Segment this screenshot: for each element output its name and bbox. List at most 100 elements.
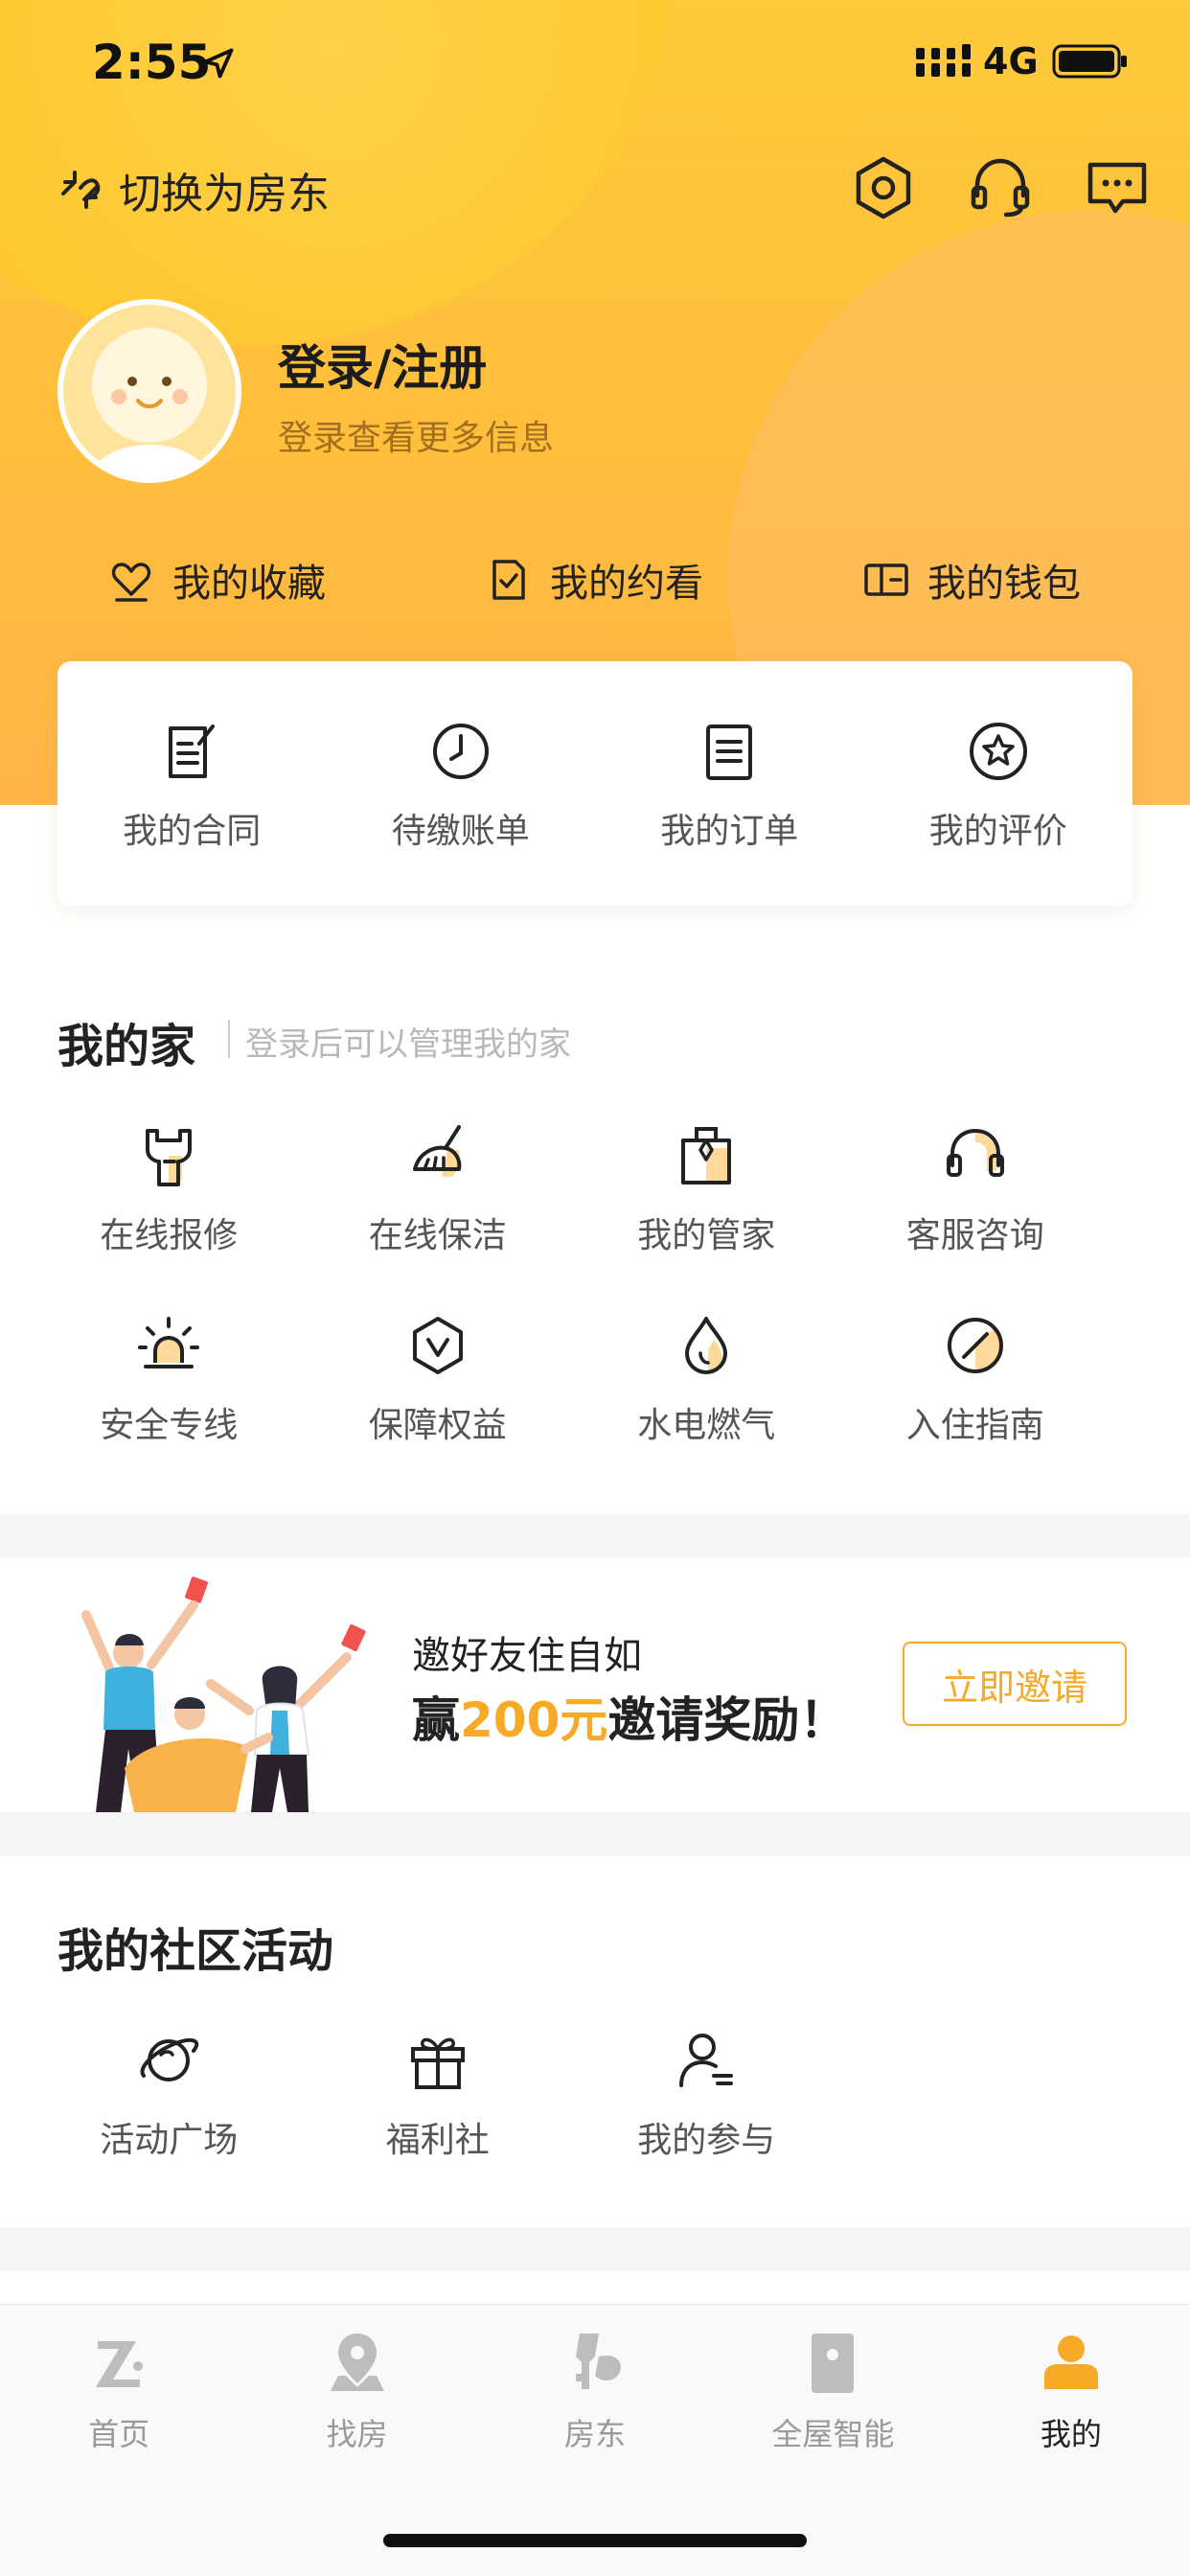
home-indicator xyxy=(383,2534,807,2547)
login-register-link[interactable]: 登录/注册 xyxy=(278,330,487,399)
login-subtitle: 登录查看更多信息 xyxy=(278,419,555,458)
tab-find-house[interactable]: 找房 xyxy=(238,2328,475,2454)
account-card: 我的合同 待缴账单 我的订单 我的评价 xyxy=(57,661,1133,907)
alarm-icon xyxy=(138,1317,200,1368)
quick-link-wallet[interactable]: 我的钱包 xyxy=(862,546,1081,613)
headset-icon xyxy=(946,1128,1004,1177)
heart-icon xyxy=(111,563,151,602)
quick-link-label: 我的约看 xyxy=(550,562,703,606)
tab-label: 我的 xyxy=(1040,2416,1102,2452)
check-document-icon xyxy=(492,560,525,600)
home-item-label: 客服咨询 xyxy=(905,1216,1044,1255)
quick-link-label: 我的钱包 xyxy=(927,562,1081,606)
utilities-icon xyxy=(685,1317,728,1374)
home-item-label: 入住指南 xyxy=(905,1406,1044,1445)
community-item-label: 活动广场 xyxy=(100,2121,239,2160)
tab-label: 全屋智能 xyxy=(771,2416,895,2452)
friends-celebration-illustration xyxy=(81,1576,366,1812)
home-item-safety[interactable]: 安全专线 xyxy=(34,1311,304,1447)
community-title: 我的社区活动 xyxy=(57,1924,334,1978)
cleaning-icon xyxy=(412,1125,462,1177)
wallet-icon xyxy=(864,564,908,596)
tab-label: 房东 xyxy=(564,2416,627,2452)
community-item-label: 我的参与 xyxy=(637,2121,776,2160)
home-item-utilities[interactable]: 水电燃气 xyxy=(572,1311,841,1447)
community-row: 活动广场 福利社 我的参与 xyxy=(34,2026,1110,2162)
tab-home[interactable]: 首页 xyxy=(0,2328,238,2454)
community-item-activity-square[interactable]: 活动广场 xyxy=(34,2026,304,2162)
planet-icon xyxy=(140,2037,199,2082)
tab-mine[interactable]: 我的 xyxy=(952,2328,1190,2454)
cellular-signal-icon xyxy=(916,44,971,77)
home-item-label: 水电燃气 xyxy=(637,1406,776,1445)
home-logo-icon xyxy=(96,2341,144,2387)
community-item-participation[interactable]: 我的参与 xyxy=(572,2026,841,2162)
quick-link-appointments[interactable]: 我的约看 xyxy=(485,546,703,613)
community-item-label: 福利社 xyxy=(385,2121,490,2160)
user-list-icon xyxy=(679,2034,734,2087)
home-item-protection[interactable]: 保障权益 xyxy=(304,1311,573,1447)
card-item-reviews[interactable]: 我的评价 xyxy=(864,661,1133,853)
key-icon xyxy=(576,2334,621,2389)
avatar[interactable] xyxy=(57,299,241,483)
location-arrow-icon xyxy=(203,48,234,79)
home-item-butler[interactable]: 我的管家 xyxy=(572,1121,841,1257)
customer-service-icon[interactable] xyxy=(966,153,1035,222)
card-item-label: 我的评价 xyxy=(928,812,1067,851)
home-item-label: 在线保洁 xyxy=(368,1216,507,1255)
tab-smart-home[interactable]: 全屋智能 xyxy=(714,2328,951,2454)
community-item-welfare[interactable]: 福利社 xyxy=(304,2026,573,2162)
card-item-contract[interactable]: 我的合同 xyxy=(57,661,327,853)
order-icon xyxy=(706,724,753,780)
invite-now-button[interactable]: 立即邀请 xyxy=(903,1642,1127,1726)
card-item-label: 我的订单 xyxy=(660,812,799,851)
card-item-bills[interactable]: 待缴账单 xyxy=(327,661,596,853)
invite-line-2: 赢200元邀请奖励！ xyxy=(412,1682,847,1751)
section-divider xyxy=(0,2227,1190,2271)
status-time: 2:55 xyxy=(92,34,212,90)
location-pin-icon xyxy=(330,2334,384,2391)
gift-icon xyxy=(410,2037,465,2089)
status-bar: 2:55 4G xyxy=(0,29,1190,96)
home-item-repair[interactable]: 在线报修 xyxy=(34,1121,304,1257)
switch-icon xyxy=(61,171,101,209)
home-item-guide[interactable]: 入住指南 xyxy=(841,1311,1110,1447)
card-item-label: 我的合同 xyxy=(123,812,262,851)
network-type: 4G xyxy=(983,40,1039,82)
tab-landlord[interactable]: 房东 xyxy=(476,2328,714,2454)
quick-links: 我的收藏 我的约看 我的钱包 xyxy=(0,546,1190,613)
header-actions xyxy=(849,153,1152,222)
quick-link-favorites[interactable]: 我的收藏 xyxy=(107,546,326,613)
invite-banner[interactable]: 邀好友住自如 赢200元邀请奖励！ 立即邀请 xyxy=(0,1557,1190,1812)
battery-icon xyxy=(1052,44,1127,79)
my-home-subtitle: 登录后可以管理我的家 xyxy=(245,1025,571,1064)
my-home-row-1: 在线报修 在线保洁 我的管家 客服咨询 xyxy=(34,1121,1110,1257)
shield-icon xyxy=(412,1317,463,1374)
invite-line-1: 邀好友住自如 xyxy=(412,1634,642,1678)
clock-icon xyxy=(432,724,489,779)
my-home-row-2: 安全专线 保障权益 水电燃气 入住指南 xyxy=(34,1311,1110,1447)
quick-link-label: 我的收藏 xyxy=(172,562,326,606)
settings-icon[interactable] xyxy=(849,153,918,222)
message-icon[interactable] xyxy=(1083,153,1152,222)
home-item-support[interactable]: 客服咨询 xyxy=(841,1121,1110,1257)
tab-label: 首页 xyxy=(88,2416,150,2452)
home-item-cleaning[interactable]: 在线保洁 xyxy=(304,1121,573,1257)
section-divider xyxy=(0,1812,1190,1856)
card-item-orders[interactable]: 我的订单 xyxy=(595,661,864,853)
home-item-label: 安全专线 xyxy=(100,1406,239,1445)
divider xyxy=(228,1020,230,1058)
my-home-title: 我的家 xyxy=(57,1020,196,1073)
smart-device-icon xyxy=(812,2334,855,2393)
profile-icon xyxy=(1043,2335,1098,2389)
invite-reward-amount: 200元 xyxy=(460,1692,608,1748)
switch-role-button[interactable]: 切换为房东 xyxy=(56,161,330,218)
card-item-label: 待缴账单 xyxy=(391,812,530,851)
home-item-label: 在线报修 xyxy=(100,1216,239,1255)
contract-icon xyxy=(169,724,216,778)
default-avatar-icon xyxy=(63,305,236,477)
butler-icon xyxy=(681,1127,732,1184)
invite-prefix: 赢 xyxy=(412,1692,460,1748)
invite-suffix: 邀请奖励！ xyxy=(607,1692,848,1748)
compass-icon xyxy=(947,1318,1003,1373)
